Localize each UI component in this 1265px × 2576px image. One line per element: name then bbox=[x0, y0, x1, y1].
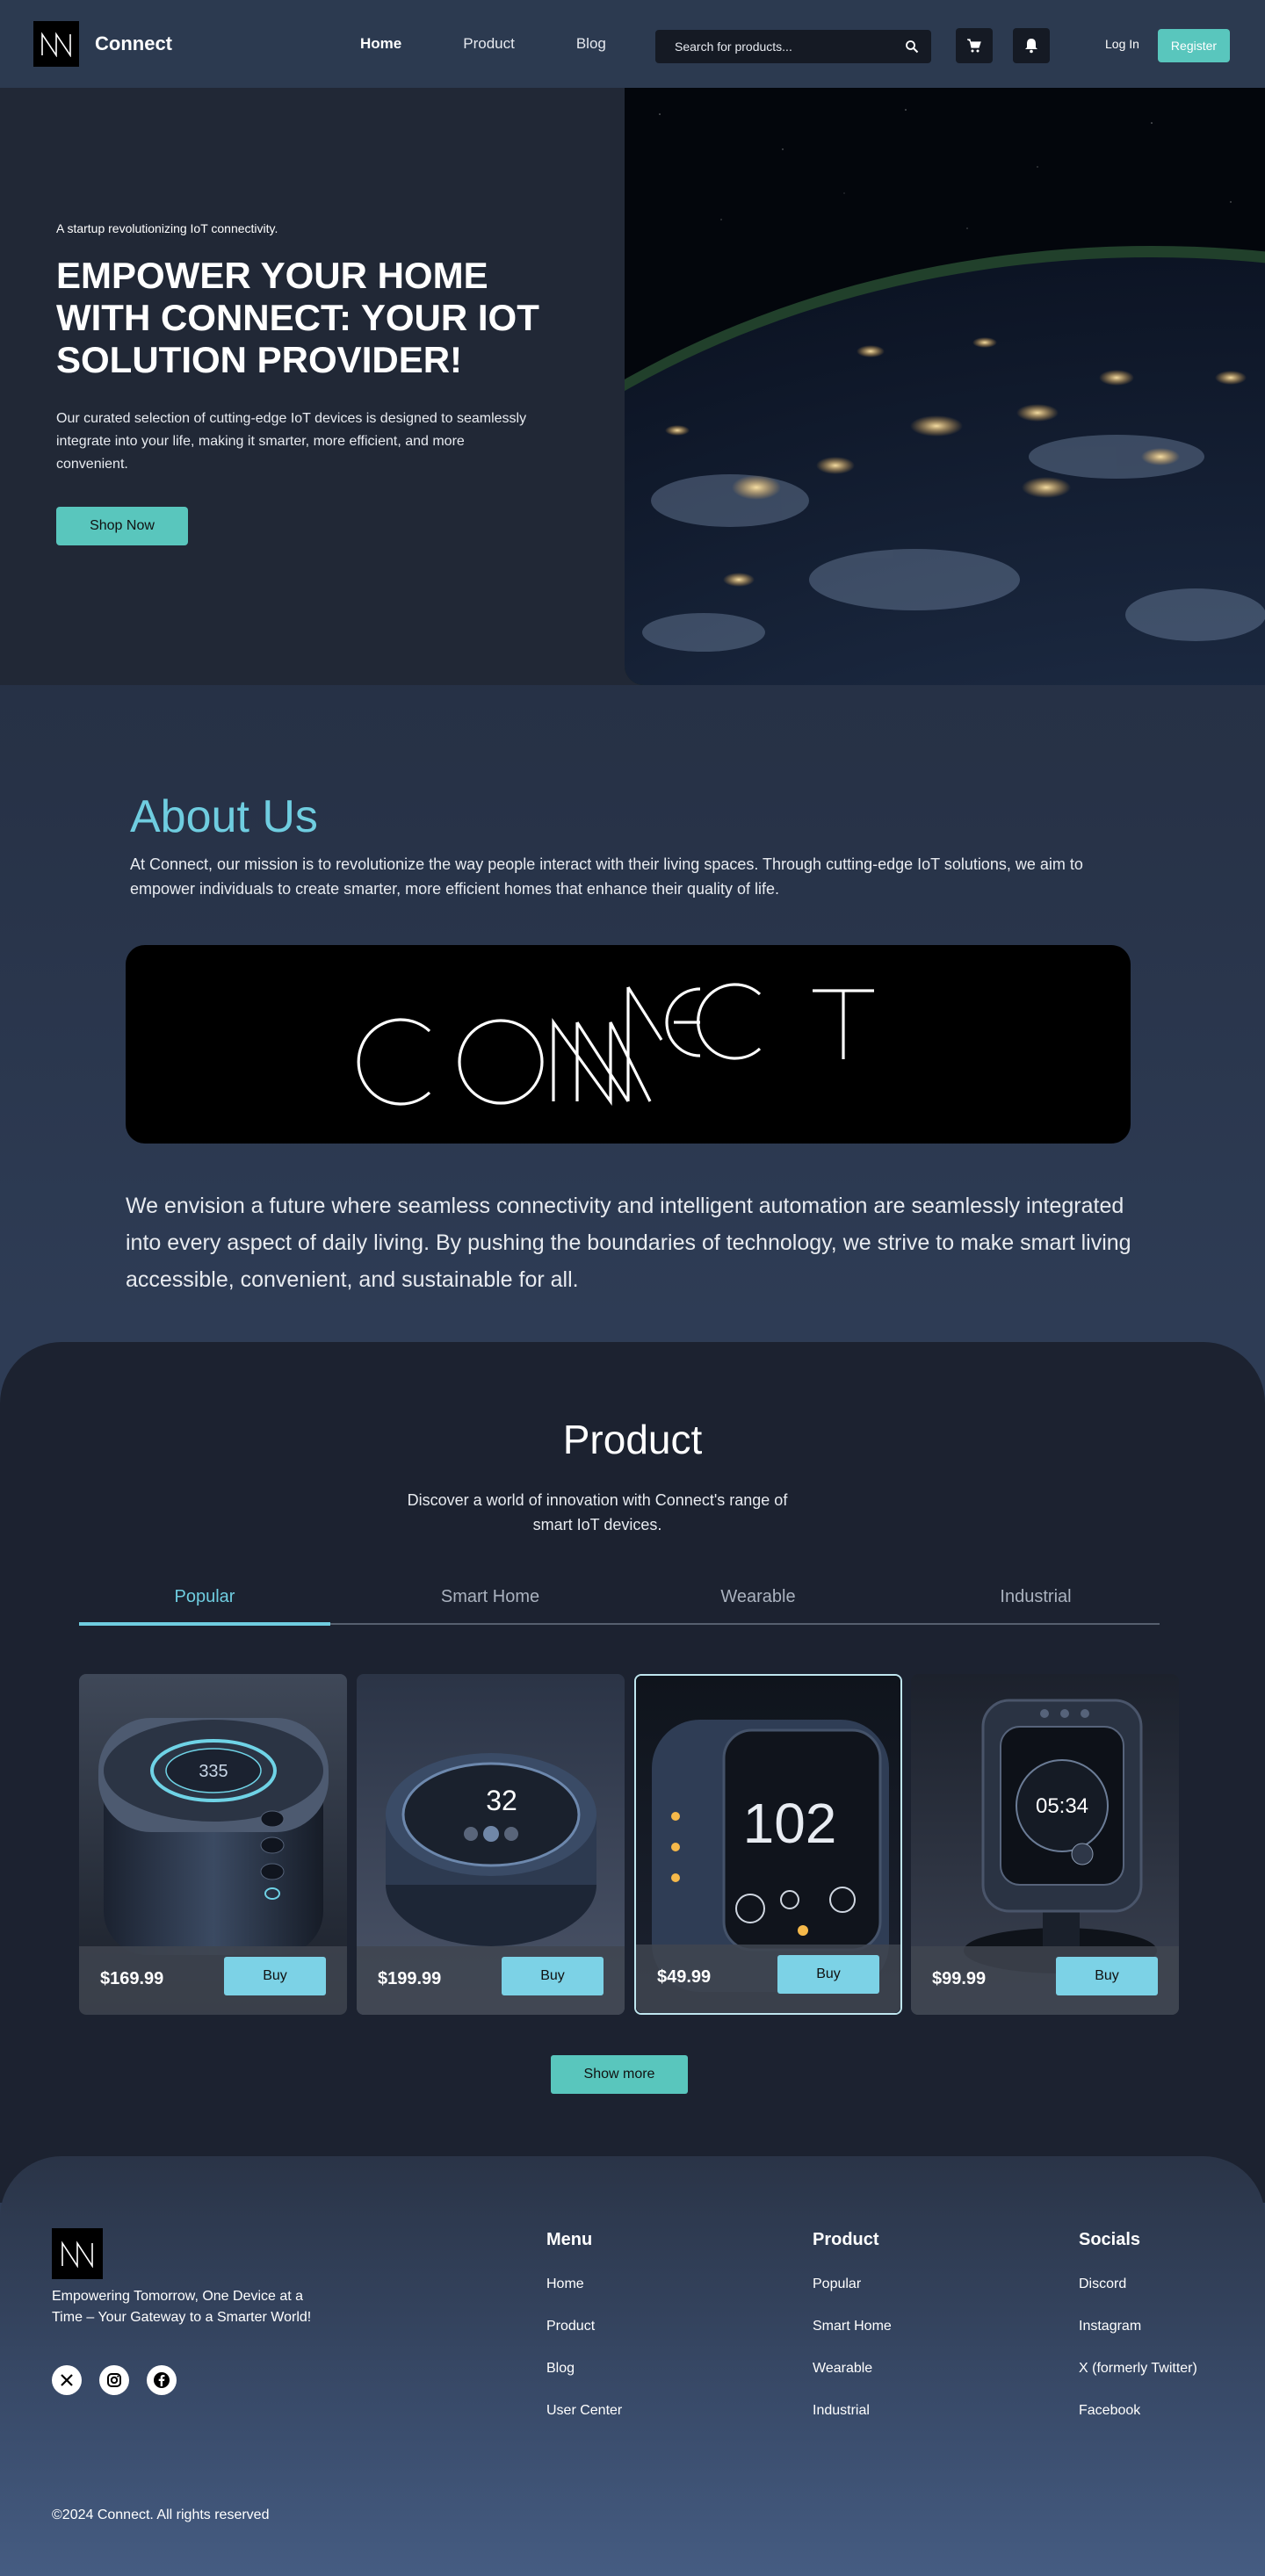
product-card[interactable]: 05:34 $99.99 Buy bbox=[911, 1674, 1179, 2015]
connect-banner bbox=[126, 945, 1131, 1144]
hero-section: A startup revolutionizing IoT connectivi… bbox=[0, 88, 1265, 685]
product-price: $199.99 bbox=[378, 1969, 442, 1988]
social-icons bbox=[52, 2365, 177, 2395]
footer-link-home[interactable]: Home bbox=[546, 2275, 622, 2294]
about-title: About Us bbox=[130, 791, 318, 842]
product-price: $169.99 bbox=[100, 1969, 164, 1988]
card-footer: $169.99 Buy bbox=[79, 1946, 347, 2015]
earth-night-image bbox=[625, 88, 1265, 685]
hero-description: Our curated selection of cutting-edge Io… bbox=[56, 411, 527, 472]
footer-link-instagram[interactable]: Instagram bbox=[1079, 2317, 1197, 2336]
about-text: At Connect, our mission is to revolution… bbox=[130, 855, 1083, 898]
tab-popular[interactable]: Popular bbox=[79, 1577, 330, 1625]
footer-logo[interactable] bbox=[52, 2228, 103, 2279]
brand-name[interactable]: Connect bbox=[95, 32, 172, 55]
svg-text:05:34: 05:34 bbox=[1036, 1794, 1088, 1818]
footer-col-socials: Socials Discord Instagram X (formerly Tw… bbox=[1079, 2230, 1197, 2443]
bell-icon bbox=[1025, 39, 1037, 54]
product-price: $99.99 bbox=[932, 1969, 987, 1988]
footer-link-user-center[interactable]: User Center bbox=[546, 2401, 622, 2421]
footer-col-title: Menu bbox=[546, 2230, 593, 2249]
register-button[interactable]: Register bbox=[1158, 29, 1230, 62]
footer: Empowering Tomorrow, One Device at a Tim… bbox=[0, 2156, 1265, 2576]
search-input[interactable] bbox=[675, 40, 905, 54]
search-bar bbox=[655, 30, 931, 63]
card-footer: $99.99 Buy bbox=[911, 1946, 1179, 2015]
buy-button[interactable]: Buy bbox=[777, 1955, 879, 1994]
footer-col-product: Product Popular Smart Home Wearable Indu… bbox=[813, 2230, 892, 2443]
hero-title: EMPOWER YOUR HOME WITH CONNECT: YOUR IOT… bbox=[56, 255, 539, 380]
product-grid: 335 $169.99 Buy 32 $199.99 Buy 102 $49.9… bbox=[79, 1674, 1179, 2015]
cart-button[interactable] bbox=[956, 28, 993, 63]
login-link[interactable]: Log In bbox=[1105, 37, 1139, 51]
footer-link-smart-home[interactable]: Smart Home bbox=[813, 2317, 892, 2336]
product-card[interactable]: 32 $199.99 Buy bbox=[357, 1674, 625, 2015]
footer-link-industrial[interactable]: Industrial bbox=[813, 2401, 892, 2421]
cart-icon bbox=[967, 39, 981, 53]
svg-text:335: 335 bbox=[199, 1762, 228, 1781]
footer-col-title: Product bbox=[813, 2230, 879, 2249]
nav-link-home[interactable]: Home bbox=[360, 35, 401, 53]
buy-button[interactable]: Buy bbox=[502, 1957, 604, 1995]
logo-mark-icon bbox=[41, 32, 71, 57]
product-card[interactable]: 335 $169.99 Buy bbox=[79, 1674, 347, 2015]
footer-link-facebook[interactable]: Facebook bbox=[1079, 2401, 1197, 2421]
footer-link-blog[interactable]: Blog bbox=[546, 2359, 622, 2378]
buy-button[interactable]: Buy bbox=[1056, 1957, 1158, 1995]
nav-link-blog[interactable]: Blog bbox=[576, 35, 606, 53]
connect-wordmark-logo bbox=[357, 983, 874, 1106]
hero-tagline: A startup revolutionizing IoT connectivi… bbox=[56, 221, 278, 235]
tab-wearable[interactable]: Wearable bbox=[632, 1577, 884, 1625]
shop-now-button[interactable]: Shop Now bbox=[56, 507, 188, 545]
product-card[interactable]: 102 $49.99 Buy bbox=[634, 1674, 902, 2015]
nav-link-product[interactable]: Product bbox=[463, 35, 515, 53]
logo[interactable] bbox=[33, 21, 79, 67]
logo-mark-icon bbox=[61, 2240, 93, 2268]
nav-links: Home Product Blog bbox=[360, 0, 668, 88]
footer-link-product[interactable]: Product bbox=[546, 2317, 622, 2336]
footer-link-wearable[interactable]: Wearable bbox=[813, 2359, 892, 2378]
vision-statement: We envision a future where seamless conn… bbox=[126, 1194, 1131, 1292]
active-tab-indicator bbox=[79, 1622, 330, 1626]
footer-link-discord[interactable]: Discord bbox=[1079, 2275, 1197, 2294]
svg-text:102: 102 bbox=[743, 1792, 837, 1855]
product-title: Product bbox=[562, 1417, 703, 1462]
page: Connect Home Product Blog Log I bbox=[0, 0, 1265, 2576]
svg-text:32: 32 bbox=[486, 1785, 517, 1816]
footer-col-title: Socials bbox=[1079, 2230, 1141, 2249]
card-footer: $199.99 Buy bbox=[357, 1946, 625, 2015]
footer-tagline: Empowering Tomorrow, One Device at a Tim… bbox=[52, 2289, 312, 2325]
copyright: ©2024 Connect. All rights reserved bbox=[52, 2507, 270, 2522]
product-section: Product Discover a world of innovation w… bbox=[0, 1342, 1265, 2203]
buy-button[interactable]: Buy bbox=[224, 1957, 326, 1995]
search-icon[interactable] bbox=[905, 40, 919, 54]
show-more-button[interactable]: Show more bbox=[551, 2055, 688, 2094]
footer-link-popular[interactable]: Popular bbox=[813, 2275, 892, 2294]
notifications-button[interactable] bbox=[1013, 28, 1050, 63]
product-tabs: Popular Smart Home Wearable Industrial bbox=[79, 1577, 1161, 1626]
instagram-icon[interactable] bbox=[99, 2365, 129, 2395]
tab-smart-home[interactable]: Smart Home bbox=[365, 1577, 616, 1625]
card-footer: $49.99 Buy bbox=[636, 1945, 900, 2013]
product-price: $49.99 bbox=[657, 1967, 712, 1987]
footer-col-menu: Menu Home Product Blog User Center bbox=[546, 2230, 622, 2443]
x-icon[interactable] bbox=[52, 2365, 82, 2395]
footer-link-x[interactable]: X (formerly Twitter) bbox=[1079, 2359, 1197, 2378]
tab-industrial[interactable]: Industrial bbox=[910, 1577, 1161, 1625]
top-nav: Connect Home Product Blog Log I bbox=[0, 0, 1265, 88]
product-subtitle: Discover a world of innovation with Conn… bbox=[407, 1491, 788, 1533]
facebook-icon[interactable] bbox=[147, 2365, 177, 2395]
